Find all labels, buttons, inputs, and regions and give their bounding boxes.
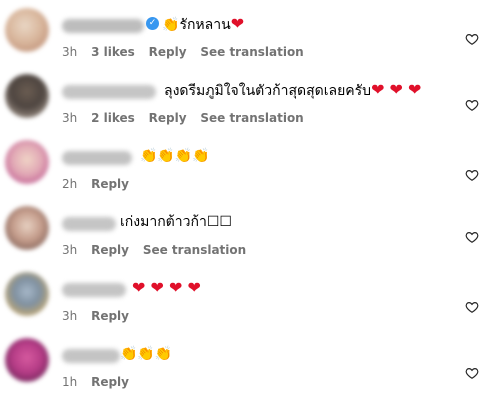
clap-emoji: 👏👏👏👏	[140, 148, 210, 164]
avatar[interactable]	[5, 206, 49, 250]
reply-button[interactable]: Reply	[91, 177, 129, 191]
comment-meta: 3h Reply	[62, 308, 139, 324]
comment-meta: 3h Reply See translation	[62, 242, 256, 258]
comment-item: 👏👏👏 1h Reply	[0, 330, 489, 396]
avatar[interactable]	[5, 272, 49, 316]
heart-outline-icon[interactable]	[465, 31, 481, 47]
reply-button[interactable]: Reply	[149, 111, 187, 125]
heart-outline-icon[interactable]	[465, 167, 481, 183]
reply-button[interactable]: Reply	[149, 45, 187, 59]
comment-item: ❤ ❤ ❤ ❤ 3h Reply	[0, 264, 489, 330]
likes-count[interactable]: 3 likes	[91, 45, 135, 59]
username-blurred[interactable]	[62, 217, 116, 231]
comment-text: เก่งมากต้าวก้า☐☐	[120, 211, 232, 233]
username-blurred[interactable]	[62, 151, 132, 165]
heart-outline-icon[interactable]	[465, 229, 481, 245]
username-blurred[interactable]	[62, 283, 126, 297]
username-blurred[interactable]	[62, 85, 156, 99]
reply-button[interactable]: Reply	[91, 375, 129, 389]
heart-outline-icon[interactable]	[465, 365, 481, 381]
heart-emoji: ❤ ❤ ❤ ❤	[132, 278, 201, 297]
avatar[interactable]	[5, 140, 49, 184]
comment-meta: 3h 2 likes Reply See translation	[62, 110, 314, 126]
comment-meta: 3h 3 likes Reply See translation	[62, 44, 314, 60]
comment-meta: 2h Reply	[62, 176, 139, 192]
comment-text: ลุงดรีมภูมิใจในตัวก้าสุดสุดเลยครับ❤ ❤ ❤	[164, 79, 421, 102]
comment-body: เก่งมากต้าวก้า☐☐	[120, 214, 232, 230]
comment-time: 3h	[62, 309, 78, 323]
clap-emoji: 👏	[162, 17, 180, 33]
avatar[interactable]	[5, 74, 49, 118]
heart-emoji: ❤ ❤ ❤	[371, 80, 422, 99]
comment-item: เก่งมากต้าวก้า☐☐ 3h Reply See translatio…	[0, 198, 489, 264]
username-blurred[interactable]	[62, 19, 144, 33]
comment-item: ✓ 👏รักหลาน❤ 3h 3 likes Reply See transla…	[0, 0, 489, 66]
comment-meta: 1h Reply	[62, 374, 139, 390]
comment-time: 3h	[62, 243, 78, 257]
reply-button[interactable]: Reply	[91, 243, 129, 257]
comment-time: 3h	[62, 45, 78, 59]
heart-emoji: ❤	[230, 14, 245, 33]
comment-text: 👏👏👏👏	[140, 145, 210, 167]
avatar[interactable]	[5, 8, 49, 52]
see-translation-button[interactable]: See translation	[200, 111, 303, 125]
username-blurred[interactable]	[62, 349, 120, 363]
heart-outline-icon[interactable]	[465, 299, 481, 315]
comment-time: 1h	[62, 375, 78, 389]
clap-emoji: 👏👏👏	[120, 346, 173, 362]
comment-text: 👏รักหลาน❤	[162, 13, 244, 36]
see-translation-button[interactable]: See translation	[143, 243, 246, 257]
verified-badge-icon: ✓	[146, 17, 159, 30]
reply-button[interactable]: Reply	[91, 309, 129, 323]
comment-body: รักหลาน	[179, 17, 231, 33]
comment-text: ❤ ❤ ❤ ❤	[132, 277, 201, 300]
comment-time: 3h	[62, 111, 78, 125]
comment-text: 👏👏👏	[120, 343, 172, 365]
comment-time: 2h	[62, 177, 78, 191]
avatar[interactable]	[5, 338, 49, 382]
heart-outline-icon[interactable]	[465, 97, 481, 113]
comment-item: ลุงดรีมภูมิใจในตัวก้าสุดสุดเลยครับ❤ ❤ ❤ …	[0, 66, 489, 132]
likes-count[interactable]: 2 likes	[91, 111, 135, 125]
comment-body: ลุงดรีมภูมิใจในตัวก้าสุดสุดเลยครับ	[164, 83, 372, 99]
see-translation-button[interactable]: See translation	[200, 45, 303, 59]
comment-item: 👏👏👏👏 2h Reply	[0, 132, 489, 198]
